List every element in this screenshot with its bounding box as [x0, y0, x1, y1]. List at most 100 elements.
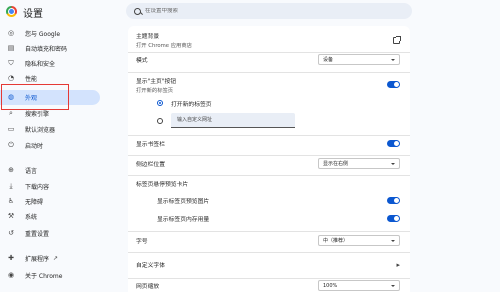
home-button-label: 显示"主页"按钮: [136, 78, 177, 85]
font-size-label: 字号: [136, 238, 148, 245]
sidebar-item[interactable]: ✚ 扩展程序 ↗: [0, 251, 100, 266]
search-icon: ⌕: [9, 109, 13, 117]
radio-custom-url[interactable]: [157, 117, 163, 124]
sidebar-item[interactable]: ♿ 无障碍: [0, 194, 100, 209]
chevron-down-icon: [391, 162, 395, 165]
sidebar-item-label: 系统: [25, 214, 38, 221]
custom-url-input[interactable]: [171, 113, 295, 128]
sidebar-item-label: 启动时: [25, 143, 44, 150]
sidebar-item[interactable]: ⏻ 启动时: [0, 138, 100, 153]
sidebar-item[interactable]: ↺ 重置设置: [0, 226, 100, 241]
page-zoom-row: 网页缩放 100%: [128, 278, 410, 292]
sidebar-item[interactable]: ◔ 性能: [0, 71, 100, 86]
open-external-icon[interactable]: [393, 35, 401, 44]
theme-subtitle: 打开 Chrome 应用商店: [136, 43, 192, 49]
side-panel-label: 侧边栏位置: [136, 161, 165, 168]
custom-fonts-row[interactable]: 自定义字体 ▸: [128, 252, 410, 276]
chrome-icon: ◉: [7, 271, 15, 279]
sidebar-item-label: 隐私和安全: [25, 61, 56, 68]
tab-preview-image-row: 显示标签页预览图片: [128, 192, 410, 208]
radio-new-tab-row[interactable]: 打开新的标签页: [128, 96, 410, 110]
mode-select-value: 设备: [323, 57, 334, 63]
tab-preview-image-label: 显示标签页预览图片: [157, 198, 210, 205]
sidebar-item[interactable]: ▤ 自动填充和密码: [0, 41, 100, 56]
sidebar-item-label: 性能: [25, 76, 38, 83]
mode-row: 模式 设备: [128, 52, 410, 66]
sidebar-item-label: 关于 Chrome: [25, 273, 63, 280]
person-icon: ◎: [7, 29, 15, 37]
accessibility-icon: ♿: [7, 197, 15, 205]
page-zoom-select[interactable]: 100%: [318, 280, 400, 291]
sidebar-item[interactable]: ⛉ 隐私和安全: [0, 56, 100, 71]
bookmarks-bar-row: 显示书签栏: [128, 135, 410, 151]
extension-icon: ✚: [8, 254, 14, 262]
theme-title: 主题背景: [136, 34, 160, 40]
chrome-logo-icon: [6, 6, 17, 17]
sidebar-item-label: 您与 Google: [25, 31, 61, 38]
palette-icon: ◍: [7, 93, 15, 101]
sidebar-item-label: 搜索引擎: [25, 111, 50, 118]
side-panel-row: 侧边栏位置 显示在右侧: [128, 155, 410, 170]
mode-select[interactable]: 设备: [318, 54, 400, 65]
home-button-sublabel: 打开新的标签页: [136, 87, 174, 94]
radio-custom-row[interactable]: [128, 112, 410, 129]
tab-memory-toggle[interactable]: [387, 214, 400, 222]
chevron-down-icon: [391, 239, 395, 242]
radio-new-tab[interactable]: [157, 100, 163, 106]
chevron-right-icon: ▸: [396, 260, 400, 269]
side-panel-select-value: 显示在右侧: [323, 160, 349, 167]
page-zoom-select-value: 100%: [323, 282, 338, 289]
tab-memory-row: 显示标签页内存用量: [128, 210, 410, 226]
power-icon: ⏻: [8, 141, 14, 149]
tab-preview-image-toggle[interactable]: [387, 196, 400, 204]
language-icon: ⊕: [8, 166, 14, 174]
shield-icon: ⛉: [8, 59, 14, 67]
side-panel-select[interactable]: 显示在右侧: [318, 157, 400, 169]
settings-panel: 主题背景 打开 Chrome 应用商店 模式 设备 显示"主页"按钮 打开新的标…: [128, 26, 410, 292]
sidebar-item-label: 外观: [25, 95, 38, 102]
sidebar-item-label: 语言: [25, 168, 38, 175]
reset-icon: ↺: [8, 229, 14, 237]
autofill-icon: ▤: [7, 44, 15, 52]
sidebar-item-label: 默认浏览器: [25, 127, 56, 134]
sidebar-item-label: 自动填充和密码: [25, 46, 68, 53]
home-button-toggle[interactable]: [387, 81, 400, 88]
tab-hover-row: 标签页悬停预览卡片: [128, 175, 410, 191]
page-title: 设置: [23, 9, 43, 20]
font-size-select-value: 中（推荐）: [323, 237, 349, 244]
search-input[interactable]: [145, 8, 385, 14]
sidebar: ◎ 您与 Google ▤ 自动填充和密码 ⛉ 隐私和安全 ◔ 性能 ◍ 外观 ⌕ 搜索引擎 ▭ 默认浏览…: [0, 26, 118, 292]
chevron-down-icon: [391, 285, 395, 287]
wrench-icon: ⚒: [7, 212, 15, 220]
bookmarks-bar-label: 显示书签栏: [136, 142, 165, 148]
top-bar: 设置: [0, 0, 500, 24]
theme-row[interactable]: 主题背景 打开 Chrome 应用商店: [128, 28, 410, 52]
browser-icon: ▭: [7, 125, 15, 133]
custom-fonts-label: 自定义字体: [136, 263, 165, 269]
tab-memory-label: 显示标签页内存用量: [157, 216, 210, 223]
sidebar-item[interactable]: ▭ 默认浏览器: [0, 122, 100, 137]
page-zoom-label: 网页缩放: [136, 284, 160, 290]
sidebar-item[interactable]: ◎ 您与 Google: [0, 26, 100, 41]
home-button-row: 显示"主页"按钮 打开新的标签页: [128, 72, 410, 96]
font-size-row: 字号 中（推荐）: [128, 231, 410, 248]
search-icon: [134, 7, 141, 15]
sidebar-item[interactable]: ◉ 关于 Chrome: [0, 268, 100, 283]
speedometer-icon: ◔: [7, 74, 15, 82]
mode-label: 模式: [136, 58, 148, 64]
chevron-down-icon: [391, 59, 395, 61]
sidebar-item-label: 无障碍: [25, 199, 44, 206]
tab-hover-label: 标签页悬停预览卡片: [136, 182, 189, 188]
bookmarks-bar-toggle[interactable]: [387, 140, 400, 147]
sidebar-item[interactable]: ⚒ 系统: [0, 209, 100, 224]
download-icon: ⤓: [9, 182, 13, 190]
open-external-icon: ↗: [53, 255, 59, 262]
radio-new-tab-label: 打开新的标签页: [171, 101, 212, 108]
search-box[interactable]: [126, 3, 412, 19]
sidebar-item-label: 扩展程序: [25, 256, 50, 263]
sidebar-item[interactable]: ⊕ 语言: [0, 163, 100, 178]
sidebar-item[interactable]: ⤓ 下载内容: [0, 179, 100, 194]
font-size-select[interactable]: 中（推荐）: [318, 234, 400, 246]
sidebar-item[interactable]: ◍ 外观: [0, 90, 100, 105]
sidebar-item[interactable]: ⌕ 搜索引擎: [0, 106, 100, 121]
